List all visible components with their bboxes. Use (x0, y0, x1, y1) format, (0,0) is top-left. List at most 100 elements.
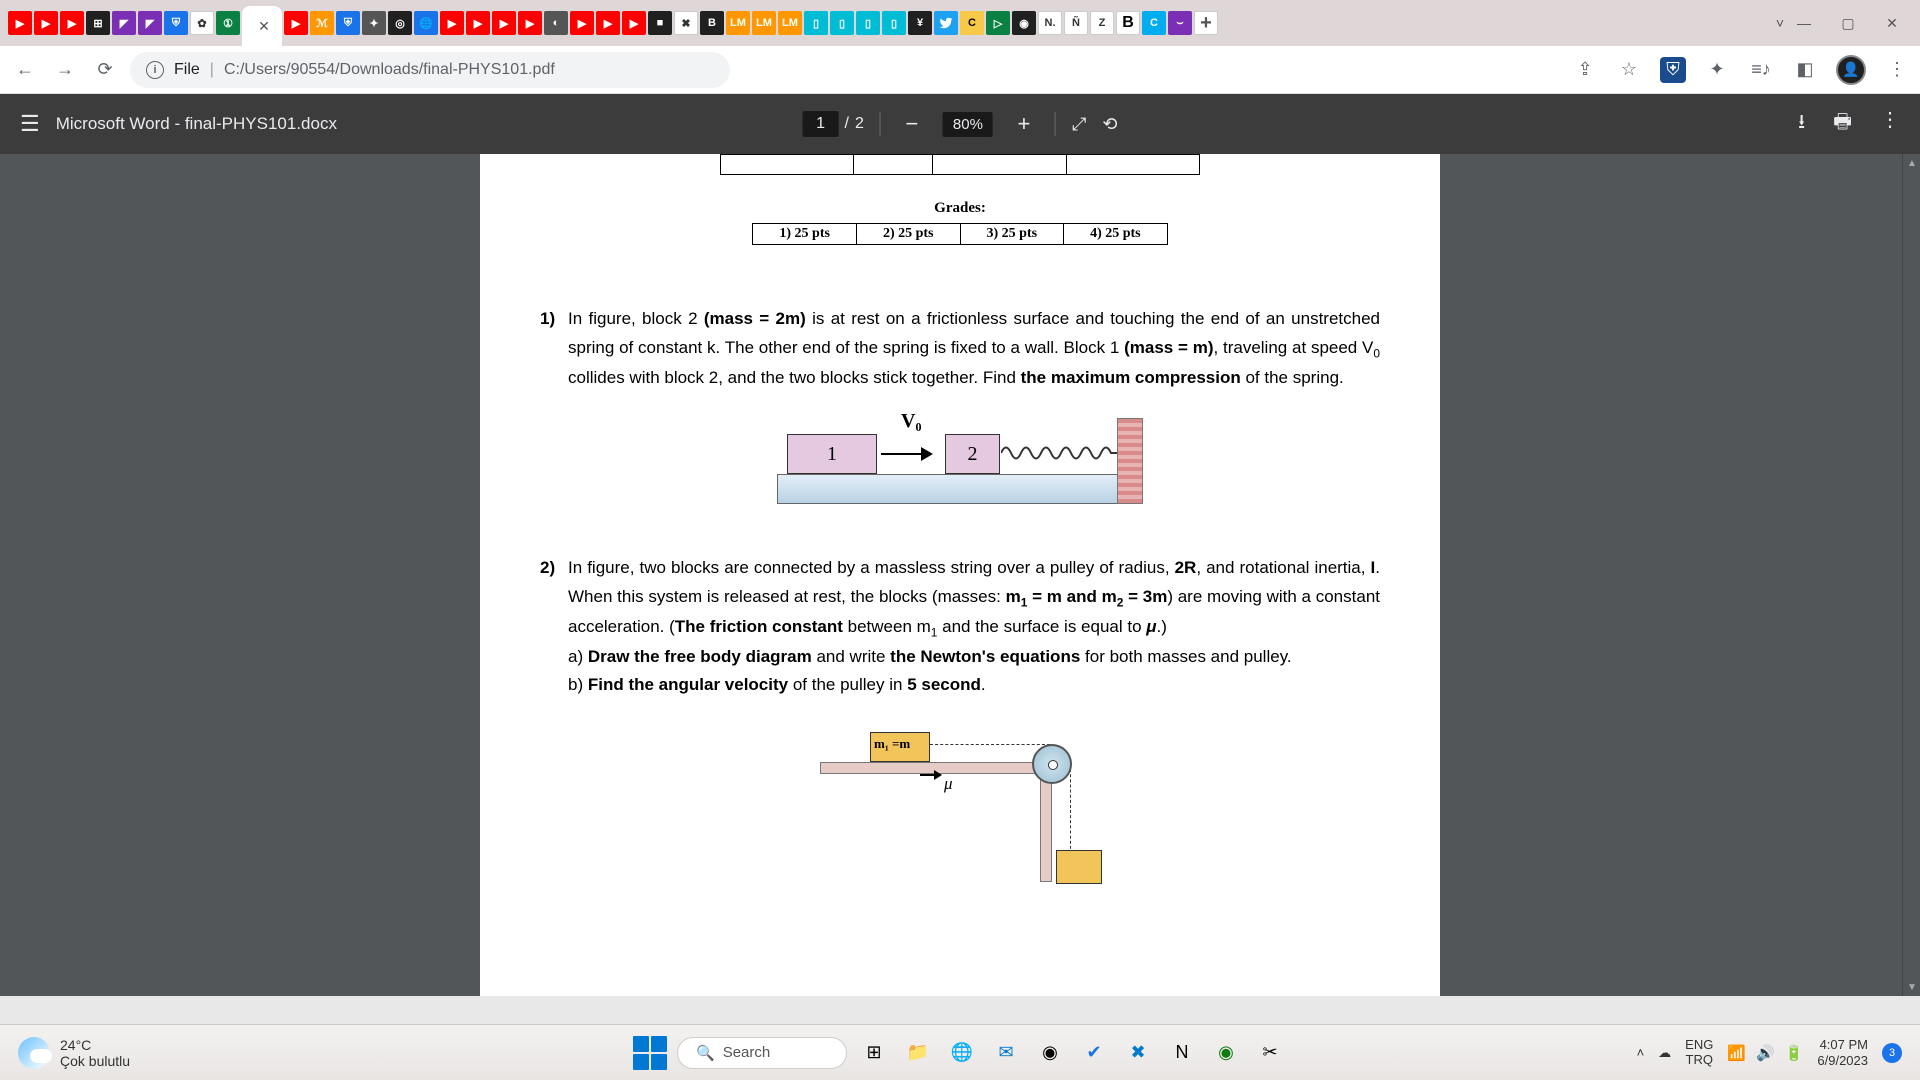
tab-icon[interactable]: LM (778, 11, 802, 35)
bookmark-star-icon[interactable]: ☆ (1616, 57, 1642, 83)
tab-icon[interactable]: LM (752, 11, 776, 35)
weather-widget[interactable]: 24°C Çok bulutlu (0, 1037, 130, 1069)
edge-icon[interactable]: 🌐 (945, 1036, 979, 1070)
vscode-icon[interactable]: ✖ (1121, 1036, 1155, 1070)
nav-forward-button[interactable]: → (50, 55, 80, 85)
tab-icon[interactable]: ✦ (362, 11, 386, 35)
tab-icon[interactable]: ⊞ (86, 11, 110, 35)
language-indicator[interactable]: ENG TRQ (1685, 1038, 1713, 1067)
tab-icon[interactable]: ▶ (622, 11, 646, 35)
onedrive-icon[interactable]: ☁ (1658, 1045, 1671, 1061)
tab-icon[interactable]: ¥ (908, 11, 932, 35)
wifi-icon[interactable]: 📶 (1727, 1044, 1746, 1062)
system-clock[interactable]: 4:07 PM 6/9/2023 (1817, 1037, 1868, 1068)
tab-icon[interactable]: LM (726, 11, 750, 35)
tab-icon[interactable]: ⛨ (164, 11, 188, 35)
tab-icon[interactable]: ⛨ (336, 11, 360, 35)
tab-icon[interactable]: B (700, 11, 724, 35)
tab-icon[interactable]: ◤ (138, 11, 162, 35)
window-minimize[interactable]: ― (1796, 15, 1812, 31)
tab-icon[interactable]: ◎ (388, 11, 412, 35)
zoom-in-button[interactable]: + (1009, 111, 1039, 137)
fit-page-button[interactable]: ⤢ (1072, 114, 1086, 135)
chrome-menu-icon[interactable]: ⋮ (1884, 57, 1910, 83)
page-current-input[interactable]: 1 (803, 111, 839, 137)
tab-icon[interactable]: ▯ (830, 11, 854, 35)
tab-icon[interactable]: ✖ (674, 11, 698, 35)
tab-icon[interactable]: C (1142, 11, 1166, 35)
tab-icon[interactable]: ▷ (986, 11, 1010, 35)
tab-icon[interactable]: Ñ (1064, 11, 1088, 35)
active-tab[interactable]: ✕ (242, 6, 282, 46)
tab-icon[interactable]: ▶ (570, 11, 594, 35)
new-tab-button[interactable]: + (1194, 11, 1218, 35)
tab-icon[interactable]: ▯ (804, 11, 828, 35)
file-explorer-icon[interactable]: 📁 (901, 1036, 935, 1070)
tab-icon[interactable]: C (960, 11, 984, 35)
tab-icon[interactable]: 🌐 (414, 11, 438, 35)
tray-chevron-icon[interactable]: ˄ (1637, 1045, 1645, 1060)
share-icon[interactable]: ⇪ (1572, 57, 1598, 83)
tab-icon[interactable]: ▶ (518, 11, 542, 35)
task-view-icon[interactable]: ⊞ (857, 1036, 891, 1070)
tabs-overflow[interactable]: ˅ (1776, 15, 1796, 31)
extensions-puzzle-icon[interactable]: ✦ (1704, 57, 1730, 83)
pdf-more-menu[interactable]: ⋮ (1880, 107, 1900, 141)
tab-icon[interactable]: ▶ (284, 11, 308, 35)
snip-icon[interactable]: ✂ (1253, 1036, 1287, 1070)
weather-desc: Çok bulutlu (60, 1053, 130, 1069)
zoom-out-button[interactable]: − (897, 111, 927, 137)
tab-icon[interactable]: ▯ (856, 11, 880, 35)
tab-icon[interactable]: ▶ (8, 11, 32, 35)
notification-badge[interactable]: 3 (1882, 1043, 1902, 1063)
print-button[interactable]: 🖶 (1833, 107, 1852, 141)
volume-icon[interactable]: 🔊 (1756, 1044, 1775, 1062)
tab-icon[interactable]: B (1116, 11, 1140, 35)
tab-icon[interactable] (934, 11, 958, 35)
side-panel-icon[interactable]: ◧ (1792, 57, 1818, 83)
tab-icon[interactable]: ▶ (466, 11, 490, 35)
tab-icon[interactable]: ▶ (34, 11, 58, 35)
tab-icon[interactable]: ◐ (544, 11, 568, 35)
rotate-button[interactable]: ⟲ (1102, 114, 1117, 135)
nav-back-button[interactable]: ← (10, 55, 40, 85)
pdf-sidebar-toggle[interactable]: ☰ (20, 111, 40, 137)
tab-icon[interactable]: Z (1090, 11, 1114, 35)
scroll-down-arrow[interactable]: ▼ (1903, 978, 1920, 996)
extension-icon[interactable]: ⛨ (1660, 57, 1686, 83)
tab-icon[interactable]: ◤ (112, 11, 136, 35)
window-maximize[interactable]: ▢ (1840, 15, 1856, 31)
site-info-icon[interactable]: i (146, 61, 164, 79)
tab-icon[interactable]: ▶ (60, 11, 84, 35)
close-tab-icon[interactable]: ✕ (258, 18, 270, 35)
vertical-scrollbar[interactable]: ▲ ▼ (1902, 154, 1920, 996)
chrome-icon[interactable]: ◉ (1033, 1036, 1067, 1070)
battery-icon[interactable]: 🔋 (1785, 1044, 1804, 1062)
tab-icon[interactable]: ▶ (492, 11, 516, 35)
tab-icon[interactable]: ✿ (190, 11, 214, 35)
app-icon[interactable]: ✔ (1077, 1036, 1111, 1070)
tab-icon[interactable]: ▶ (440, 11, 464, 35)
tab-icon[interactable]: N. (1038, 11, 1062, 35)
scroll-up-arrow[interactable]: ▲ (1903, 154, 1920, 172)
pdf-viewport[interactable]: Grades: 1) 25 pts 2) 25 pts 3) 25 pts 4)… (0, 154, 1920, 996)
nav-reload-button[interactable]: ⟳ (90, 55, 120, 85)
tab-icon[interactable]: ◉ (1012, 11, 1036, 35)
tab-icon[interactable]: ■ (648, 11, 672, 35)
reading-list-icon[interactable]: ≡♪ (1748, 57, 1774, 83)
address-bar[interactable]: i File | C:/Users/90554/Downloads/final-… (130, 52, 730, 88)
profile-avatar[interactable]: 👤 (1836, 55, 1866, 85)
taskbar-search[interactable]: 🔍 Search (677, 1037, 847, 1069)
tab-icon[interactable]: ① (216, 11, 240, 35)
tab-icon[interactable]: ▯ (882, 11, 906, 35)
mail-icon[interactable]: ✉ (989, 1036, 1023, 1070)
notion-icon[interactable]: N (1165, 1036, 1199, 1070)
tab-icon[interactable]: ℳ (310, 11, 334, 35)
zoom-level[interactable]: 80% (943, 112, 993, 137)
download-button[interactable]: ⭳ (1798, 107, 1805, 141)
tab-icon[interactable]: ▶ (596, 11, 620, 35)
xbox-icon[interactable]: ◉ (1209, 1036, 1243, 1070)
start-button[interactable] (633, 1036, 667, 1070)
window-close[interactable]: ✕ (1884, 15, 1900, 31)
tab-icon[interactable]: ⌣ (1168, 11, 1192, 35)
